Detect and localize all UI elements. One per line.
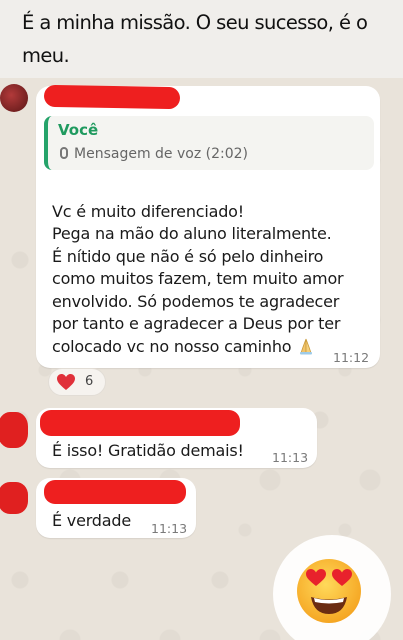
quote-body: Mensagem de voz (2:02) [60, 146, 248, 162]
message-text-body: Vc é muito diferenciado! Pega na mão do … [52, 201, 344, 356]
mic-icon [60, 147, 68, 159]
story-caption: É a minha missão. O seu sucesso, é o meu… [0, 0, 403, 78]
avatar[interactable] [0, 482, 28, 514]
reaction-count: 6 [85, 374, 94, 389]
redacted-name [40, 410, 240, 436]
message-time: 11:13 [151, 521, 188, 536]
quote-text: Mensagem de voz (2:02) [74, 146, 248, 162]
message-text: Vc é muito diferenciado! Pega na mão do … [52, 178, 377, 361]
heart-icon [57, 374, 75, 390]
avatar[interactable] [0, 84, 28, 112]
redacted-name [43, 84, 181, 110]
quote-author: Você [58, 121, 99, 139]
heart-eyes-emoji-icon[interactable] [294, 556, 364, 626]
avatar[interactable] [0, 412, 28, 448]
pray-icon [297, 337, 315, 362]
caption-line-1: É a minha missão. O seu sucesso, é o [22, 11, 368, 34]
redacted-name [44, 480, 186, 504]
message-time: 11:13 [272, 450, 309, 465]
message-text: É isso! Gratidão demais! [52, 441, 244, 460]
message-text: É verdade [52, 511, 131, 530]
caption-line-2: meu. [22, 44, 70, 67]
message-time: 11:12 [333, 350, 370, 365]
